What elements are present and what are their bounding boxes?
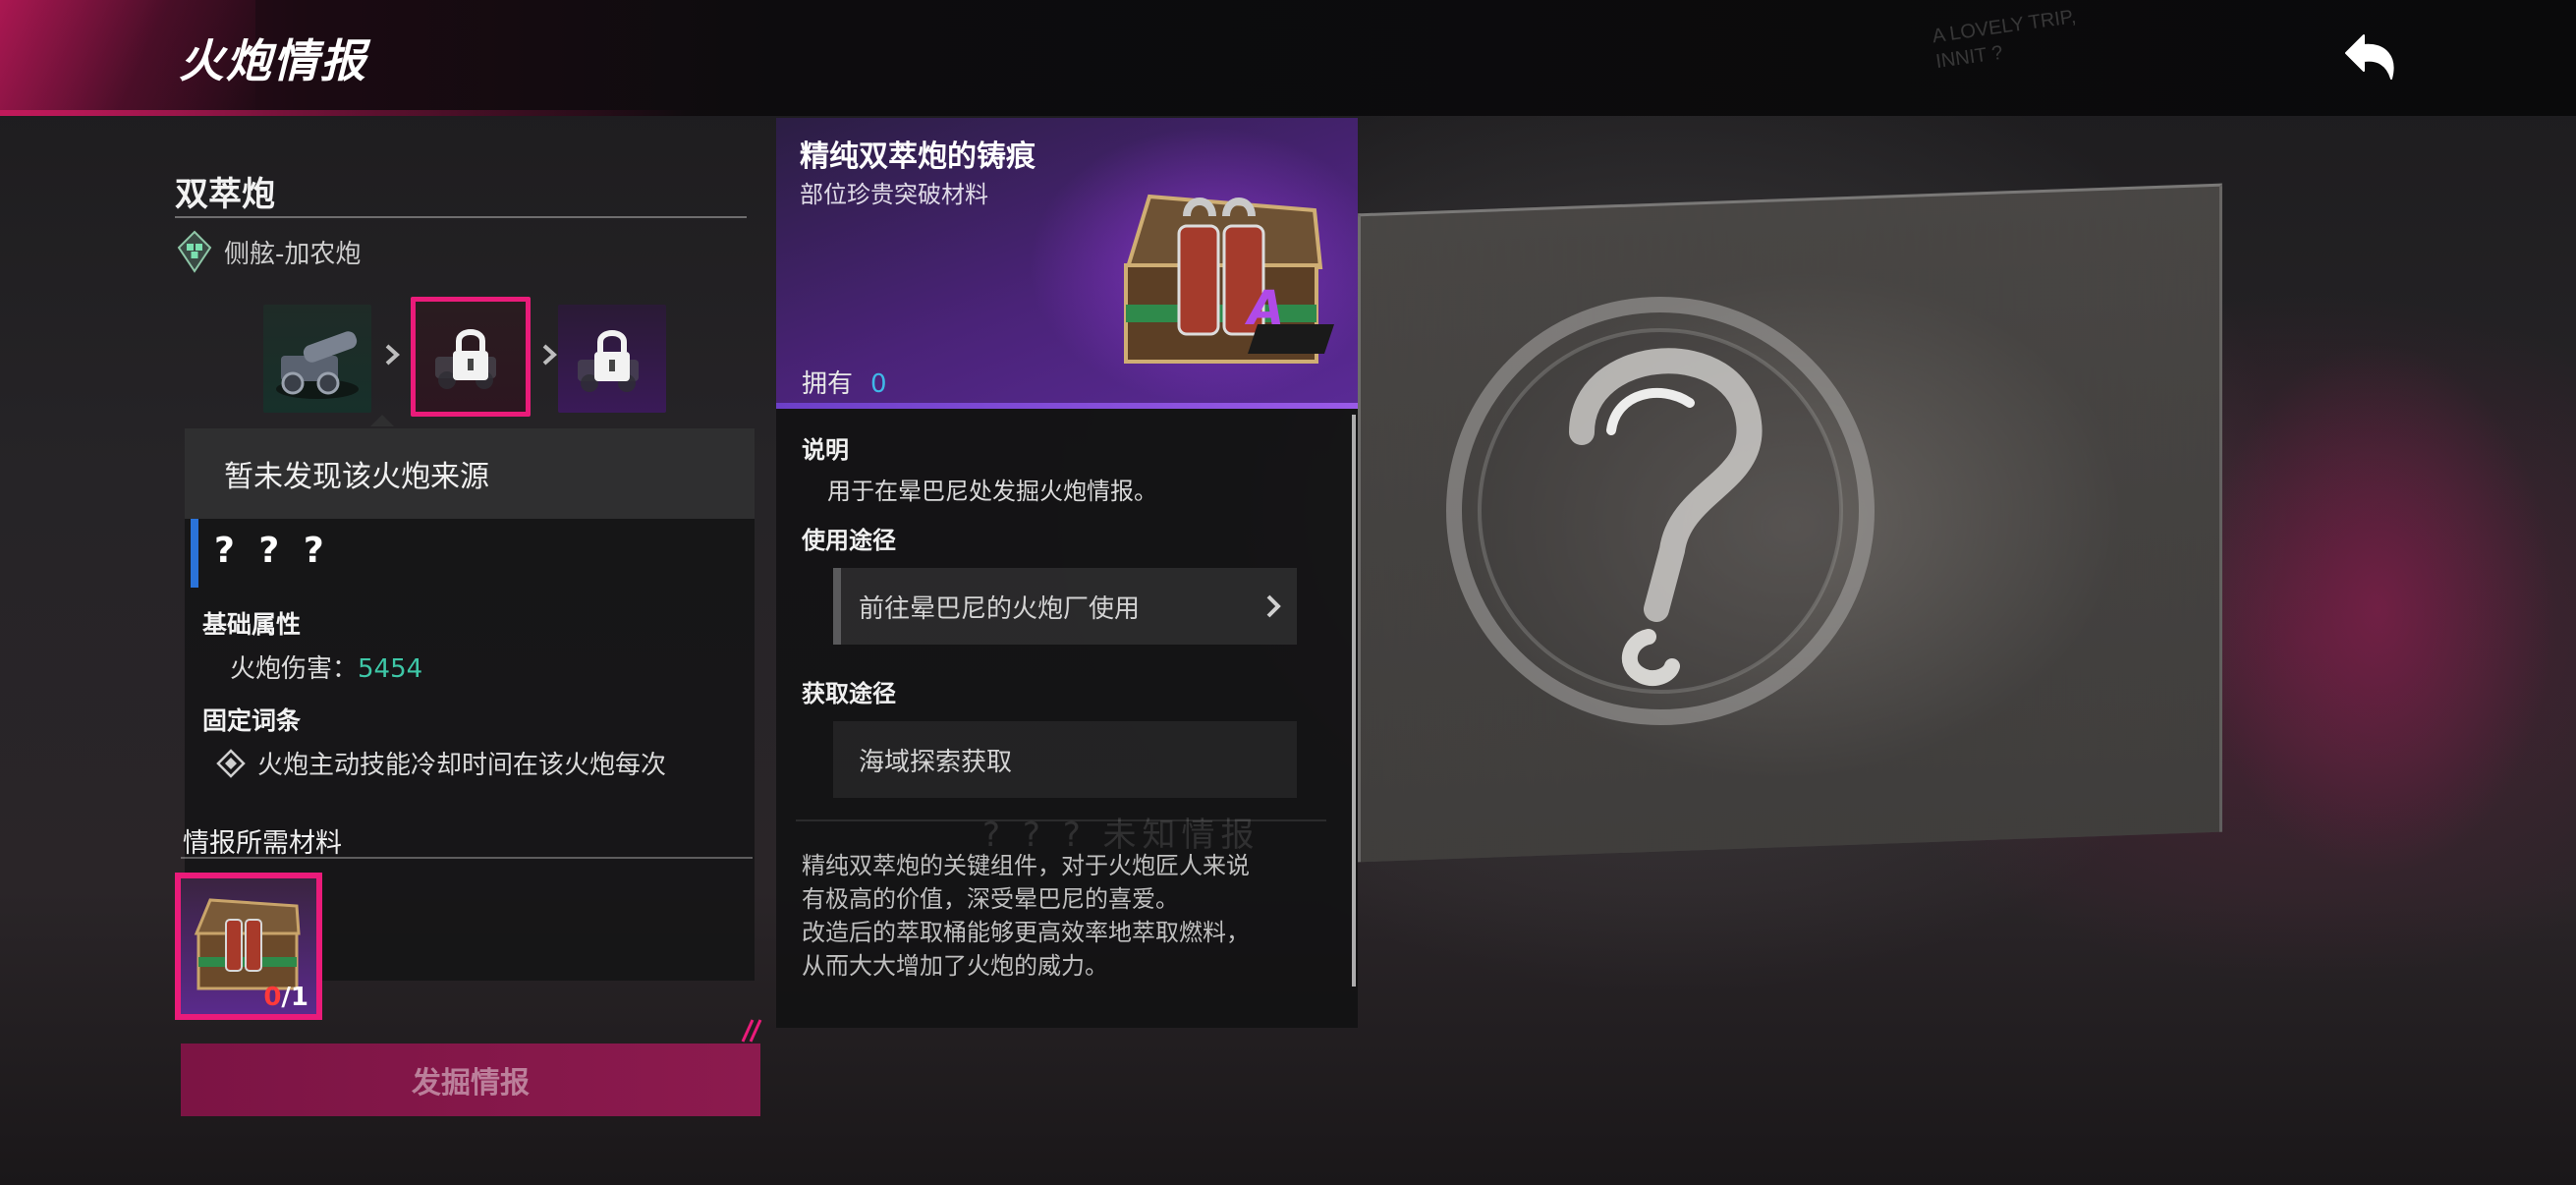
owned-value: 0	[870, 369, 887, 399]
fixed-entry-text: 火炮主动技能冷却时间在该火炮每次	[257, 751, 667, 780]
treasure-chest-icon	[1124, 194, 1334, 364]
cannon-icon	[276, 331, 359, 399]
chevron-right-icon	[385, 344, 400, 366]
material-slot[interactable]: 0/1	[175, 873, 322, 1020]
title-underline	[0, 110, 688, 116]
fixed-entries-heading: 固定词条	[202, 706, 302, 735]
scrollbar[interactable]	[1352, 415, 1356, 987]
owned-count: 拥有 0	[802, 364, 887, 400]
item-details: 说明 用于在晕巴尼处发掘火炮情报。 使用途径 前往晕巴尼的火炮厂使用 获取途径 …	[776, 409, 1358, 1028]
damage-label: 火炮伤害：	[230, 654, 359, 684]
grade-badge: A	[1248, 281, 1285, 336]
usage-route-label: 前往晕巴尼的火炮厂使用	[859, 593, 1141, 624]
item-name: 精纯双萃炮的铸痕	[800, 140, 1036, 174]
cannon-type-label: 侧舷-加农炮	[224, 239, 362, 269]
item-subtitle: 部位珍贵突破材料	[800, 181, 988, 208]
upgrade-stages	[263, 297, 686, 417]
obtain-route-label: 海域探索获取	[859, 747, 1013, 777]
flavor-text: 精纯双萃炮的关键组件，对于火炮匠人来说 有极高的价值，深受晕巴尼的喜爱。 改造后…	[802, 849, 1332, 983]
chevron-right-icon	[1266, 594, 1281, 618]
material-required: /1	[281, 983, 308, 1012]
question-mark-icon	[1446, 297, 1875, 725]
dig-intel-button[interactable]: 发掘情报	[181, 1044, 760, 1116]
divider	[175, 216, 747, 218]
usage-route-button[interactable]: 前往晕巴尼的火炮厂使用	[833, 568, 1297, 645]
flavor-line: 从而大大增加了火炮的威力。	[802, 952, 1108, 980]
fixed-entry: 火炮主动技能冷却时间在该火炮每次	[216, 745, 666, 781]
back-button[interactable]	[2328, 24, 2407, 92]
back-arrow-icon	[2345, 34, 2394, 80]
flavor-line: 精纯双萃炮的关键组件，对于火炮匠人来说	[802, 852, 1250, 879]
route-bar	[833, 568, 841, 645]
page-title: 火炮情报	[179, 34, 367, 87]
cannon-name: 双萃炮	[175, 175, 275, 214]
lock-icon	[578, 330, 639, 392]
stage-1-slot[interactable]	[263, 305, 371, 413]
materials-heading: 情报所需材料	[183, 828, 342, 859]
lock-icon	[435, 329, 496, 389]
diamond-icon	[216, 748, 246, 778]
description-heading: 说明	[802, 436, 849, 464]
obtain-heading: 获取途径	[802, 680, 896, 707]
item-card: 精纯双萃炮的铸痕 部位珍贵突破材料 A 拥有 0	[776, 118, 1358, 409]
background-haze	[2181, 255, 2576, 943]
flavor-line: 改造后的萃取桶能够更高效率地萃取燃料，	[802, 919, 1250, 946]
slash-decoration-icon	[741, 1019, 762, 1043]
stage-3-slot[interactable]	[558, 305, 666, 413]
cannon-type-icon	[177, 230, 212, 273]
material-owned: 0	[263, 983, 282, 1012]
flavor-line: 有极高的价值，深受晕巴尼的喜爱。	[802, 885, 1179, 913]
unknown-cannon-name: ? ? ?	[214, 531, 330, 571]
rarity-bar	[191, 525, 198, 588]
selection-caret	[370, 415, 394, 426]
owned-label: 拥有	[802, 369, 854, 399]
chevron-right-icon	[542, 344, 557, 366]
top-bar	[0, 0, 2576, 116]
damage-stat: 火炮伤害：5454	[230, 649, 422, 685]
obtain-route: 海域探索获取	[833, 721, 1297, 798]
damage-value: 5454	[358, 654, 423, 684]
cannon-type: 侧舷-加农炮	[175, 230, 361, 273]
divider	[181, 857, 753, 859]
usage-heading: 使用途径	[802, 527, 896, 554]
source-status: 暂未发现该火炮来源	[185, 428, 755, 519]
base-attributes-heading: 基础属性	[202, 610, 302, 639]
description-text: 用于在晕巴尼处发掘火炮情报。	[827, 478, 1157, 505]
material-count: 0/1	[263, 983, 308, 1012]
stage-2-slot[interactable]	[411, 297, 531, 417]
